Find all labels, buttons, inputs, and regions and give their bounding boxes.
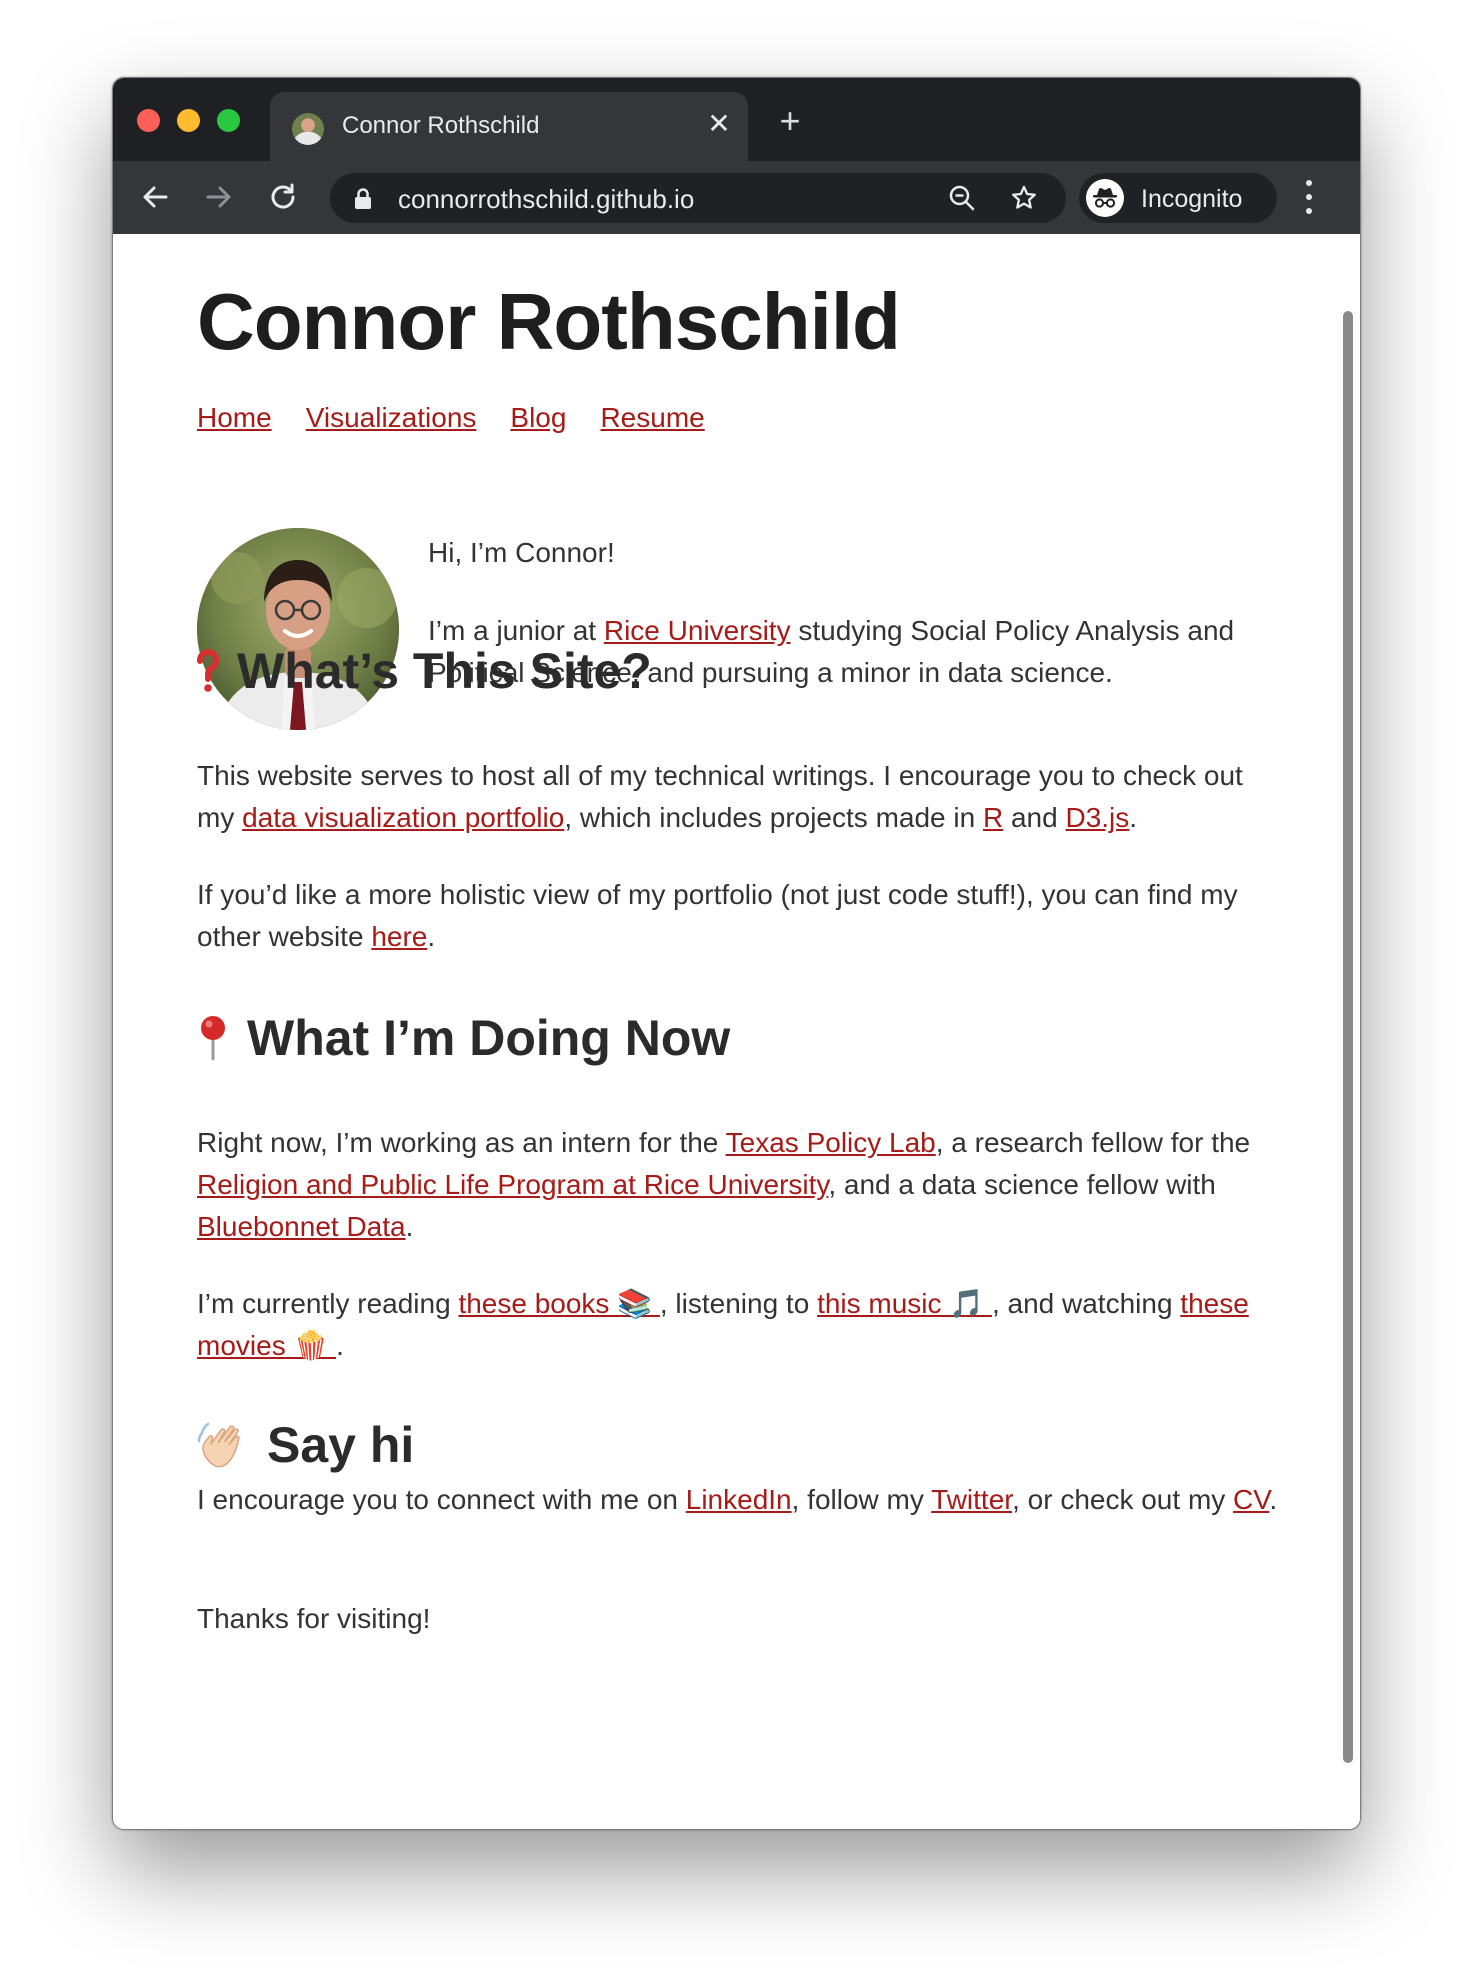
cv-link[interactable]: CV [1233, 1484, 1269, 1515]
now-paragraph-1: Right now, I’m working as an intern for … [197, 1122, 1287, 1248]
text: . [1129, 802, 1138, 833]
heading-text: What I’m Doing Now [247, 1010, 731, 1066]
incognito-label: Incognito [1141, 185, 1243, 213]
intro: Hi, I’m Connor! I’m a junior at Rice Uni… [428, 532, 1288, 730]
heading-text: Say hi [267, 1417, 415, 1473]
tab-strip: Connor Rothschild ✕ + [113, 78, 1360, 161]
tab-close-icon[interactable]: ✕ [704, 109, 734, 139]
what-im-doing-now-heading: What I’m Doing Now [197, 1009, 730, 1067]
page-content: Connor Rothschild Home Visualizations Blog… [113, 234, 1360, 1829]
thanks-text: Thanks for visiting! [197, 1603, 431, 1634]
incognito-icon [1086, 179, 1124, 217]
active-tab[interactable]: Connor Rothschild ✕ [270, 92, 748, 161]
star-icon[interactable] [1010, 184, 1038, 217]
question-mark-icon [197, 649, 219, 693]
browser-window: Connor Rothschild ✕ + connorrothschild.g… [112, 77, 1361, 1830]
text: , which includes projects made in [564, 802, 983, 833]
scrollbar[interactable] [1343, 311, 1353, 1763]
d3js-link[interactable]: D3.js [1065, 802, 1129, 833]
site-nav: Home Visualizations Blog Resume [197, 402, 739, 434]
text: I encourage you to connect with me on [197, 1484, 686, 1515]
other-website-link[interactable]: here [371, 921, 427, 952]
data-viz-portfolio-link[interactable]: data visualization portfolio [242, 802, 564, 833]
tab-title: Connor Rothschild [342, 112, 540, 139]
maximize-window-button[interactable] [217, 109, 240, 132]
kebab-menu-icon[interactable] [1299, 177, 1319, 217]
site-paragraph-1: This website serves to host all of my te… [197, 755, 1287, 839]
minimize-window-button[interactable] [177, 109, 200, 132]
music-link[interactable]: this music 🎵 [817, 1288, 992, 1319]
text: . [427, 921, 436, 952]
incognito-profile-button[interactable]: Incognito [1079, 173, 1277, 223]
books-link[interactable]: these books 📚 [458, 1288, 659, 1319]
close-window-button[interactable] [137, 109, 160, 132]
forward-arrow-icon[interactable] [197, 175, 241, 219]
url-text[interactable]: connorrothschild.github.io [398, 184, 694, 215]
site-title: Connor Rothschild [197, 277, 901, 366]
text: Right now, I’m working as an intern for … [197, 1127, 726, 1158]
favicon-icon [292, 113, 324, 145]
zoom-out-icon[interactable] [948, 184, 976, 217]
say-hi-heading: Say hi [197, 1416, 414, 1474]
texas-policy-lab-link[interactable]: Texas Policy Lab [726, 1127, 936, 1158]
intro-greeting: Hi, I’m Connor! [428, 537, 615, 568]
linkedin-link[interactable]: LinkedIn [686, 1484, 792, 1515]
text: and [1003, 802, 1066, 833]
text: , or check out my [1012, 1484, 1234, 1515]
now-paragraph-2: I’m currently reading these books 📚 , li… [197, 1283, 1287, 1367]
nav-visualizations-link[interactable]: Visualizations [306, 402, 477, 433]
back-arrow-icon[interactable] [133, 175, 177, 219]
hi-paragraph-1: I encourage you to connect with me on Li… [197, 1479, 1287, 1521]
nav-home-link[interactable]: Home [197, 402, 272, 433]
reload-icon[interactable] [261, 175, 305, 219]
text: , follow my [791, 1484, 932, 1515]
site-paragraph-2: If you’d like a more holistic view of my… [197, 874, 1287, 958]
text: I’m currently reading [197, 1288, 459, 1319]
text: , listening to [659, 1288, 818, 1319]
r-link[interactable]: R [983, 802, 1003, 833]
heading-text: What’s This Site? [237, 643, 652, 699]
text: . [336, 1330, 344, 1361]
new-tab-icon[interactable]: + [773, 103, 807, 139]
whats-this-site-heading: What’s This Site? [197, 642, 652, 700]
browser-toolbar: connorrothschild.github.io Incognito [113, 161, 1360, 234]
text: If you’d like a more holistic view of my… [197, 879, 1238, 952]
twitter-link[interactable]: Twitter [931, 1484, 1012, 1515]
pushpin-icon [197, 1015, 229, 1061]
text: , a research fellow for the [935, 1127, 1251, 1158]
text: . [405, 1211, 414, 1242]
religion-public-life-link[interactable]: Religion and Public Life Program at Rice… [197, 1169, 828, 1200]
lock-icon[interactable] [354, 188, 372, 215]
text: , and watching [991, 1288, 1181, 1319]
address-bar[interactable]: connorrothschild.github.io [330, 173, 1066, 223]
nav-resume-link[interactable]: Resume [600, 402, 704, 433]
waving-hand-icon [197, 1419, 249, 1471]
text: . [1269, 1484, 1278, 1515]
text: , and a data science fellow with [828, 1169, 1216, 1200]
bluebonnet-data-link[interactable]: Bluebonnet Data [197, 1211, 406, 1242]
nav-blog-link[interactable]: Blog [510, 402, 566, 433]
